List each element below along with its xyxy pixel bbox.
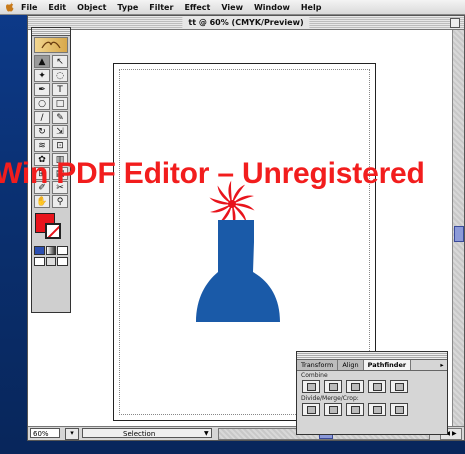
status-menu-arrow-icon: ▼ — [204, 430, 209, 437]
expand-button[interactable] — [390, 380, 408, 393]
exclude-button[interactable] — [368, 380, 386, 393]
full-screen-mode-icon[interactable] — [57, 257, 69, 266]
screen-mode-buttons — [32, 256, 70, 267]
menu-bar: File Edit Object Type Filter Effect View… — [0, 0, 465, 15]
standard-screen-mode-icon[interactable] — [34, 257, 45, 266]
divide-icon — [306, 405, 316, 414]
intersect-icon — [350, 382, 360, 391]
hand-tool-icon[interactable]: ✋ — [34, 195, 50, 208]
vertical-scrollbar[interactable] — [452, 30, 464, 428]
flower-center — [228, 200, 236, 208]
outline-icon — [394, 405, 404, 414]
intersect-button[interactable] — [346, 380, 364, 393]
crop-button[interactable] — [368, 403, 386, 416]
trim-button[interactable] — [324, 403, 342, 416]
menu-object[interactable]: Object — [77, 3, 106, 12]
zoom-menu-arrow-icon[interactable]: ▾ — [65, 428, 79, 440]
apple-menu-icon[interactable] — [4, 1, 16, 13]
menu-edit[interactable]: Edit — [48, 3, 66, 12]
palette-tabs: Transform Align Pathfinder ▸ — [297, 360, 447, 371]
window-title: tt @ 60% (CMYK/Preview) — [182, 16, 310, 29]
window-title-bar[interactable]: tt @ 60% (CMYK/Preview) — [28, 16, 464, 30]
outline-button[interactable] — [390, 403, 408, 416]
expand-icon — [394, 382, 404, 391]
color-mode-buttons — [32, 245, 70, 256]
trim-icon — [328, 405, 338, 414]
exclude-icon — [372, 382, 382, 391]
pathfinder-palette-title-bar[interactable] — [297, 352, 447, 360]
warp-tool-icon[interactable]: ≋ — [34, 139, 50, 152]
illustrator-logo-icon[interactable] — [34, 37, 68, 53]
palette-menu-arrow-icon[interactable]: ▸ — [437, 360, 447, 370]
fill-stroke-swatches — [34, 211, 68, 243]
minus-front-icon — [328, 382, 338, 391]
menu-filter[interactable]: Filter — [149, 3, 173, 12]
gradient-mode-icon[interactable] — [45, 246, 57, 255]
scale-tool-icon[interactable]: ⇲ — [52, 125, 68, 138]
unite-icon — [306, 382, 316, 391]
unite-button[interactable] — [302, 380, 320, 393]
combine-buttons — [297, 379, 447, 394]
unregistered-watermark: Win PDF Editor – Unregistered — [0, 157, 425, 190]
menu-view[interactable]: View — [221, 3, 243, 12]
window-zoom-box-icon[interactable] — [450, 18, 460, 28]
merge-button[interactable] — [346, 403, 364, 416]
tab-align[interactable]: Align — [338, 360, 364, 370]
pathfinder-palette: Transform Align Pathfinder ▸ Combine Div… — [296, 351, 448, 435]
divide-buttons — [297, 402, 447, 417]
stroke-color-swatch[interactable] — [45, 223, 61, 239]
menu-effect[interactable]: Effect — [184, 3, 210, 12]
divide-merge-crop-label: Divide/Merge/Crop: — [301, 395, 359, 402]
rectangle-tool-icon[interactable]: □ — [52, 97, 68, 110]
tools-palette-title-bar[interactable] — [32, 28, 70, 36]
merge-icon — [350, 405, 360, 414]
menu-window[interactable]: Window — [254, 3, 290, 12]
tab-pathfinder[interactable]: Pathfinder — [363, 360, 412, 370]
menu-type[interactable]: Type — [117, 3, 138, 12]
direct-selection-icon[interactable]: ↖ — [52, 55, 68, 68]
full-screen-menu-mode-icon[interactable] — [45, 257, 57, 266]
divide-button[interactable] — [302, 403, 320, 416]
none-mode-icon[interactable] — [57, 246, 69, 255]
vase-illustration[interactable] — [196, 220, 280, 322]
zoom-tool-icon[interactable]: ⚲ — [52, 195, 68, 208]
brush-tool-icon[interactable]: ∕ — [34, 111, 50, 124]
menu-help[interactable]: Help — [301, 3, 322, 12]
type-tool-icon[interactable]: T — [52, 83, 68, 96]
pencil-tool-icon[interactable]: ✎ — [52, 111, 68, 124]
pen-tool-icon[interactable]: ✒ — [34, 83, 50, 96]
ellipse-tool-icon[interactable]: ○ — [34, 97, 50, 110]
status-tool-menu[interactable]: Selection — [82, 428, 212, 438]
vertical-scroll-thumb[interactable] — [454, 226, 464, 242]
lasso-icon[interactable]: ◌ — [52, 69, 68, 82]
color-mode-icon[interactable] — [34, 246, 45, 255]
free-transform-icon[interactable]: ⊡ — [52, 139, 68, 152]
selection-arrow-icon[interactable]: ▲ — [34, 55, 50, 68]
zoom-level-field[interactable]: 60% — [30, 428, 60, 438]
crop-icon — [372, 405, 382, 414]
rotate-tool-icon[interactable]: ↻ — [34, 125, 50, 138]
combine-label: Combine — [301, 372, 328, 379]
magic-wand-icon[interactable]: ✦ — [34, 69, 50, 82]
menu-file[interactable]: File — [21, 3, 37, 12]
tab-transform[interactable]: Transform — [297, 360, 339, 370]
minus-front-button[interactable] — [324, 380, 342, 393]
